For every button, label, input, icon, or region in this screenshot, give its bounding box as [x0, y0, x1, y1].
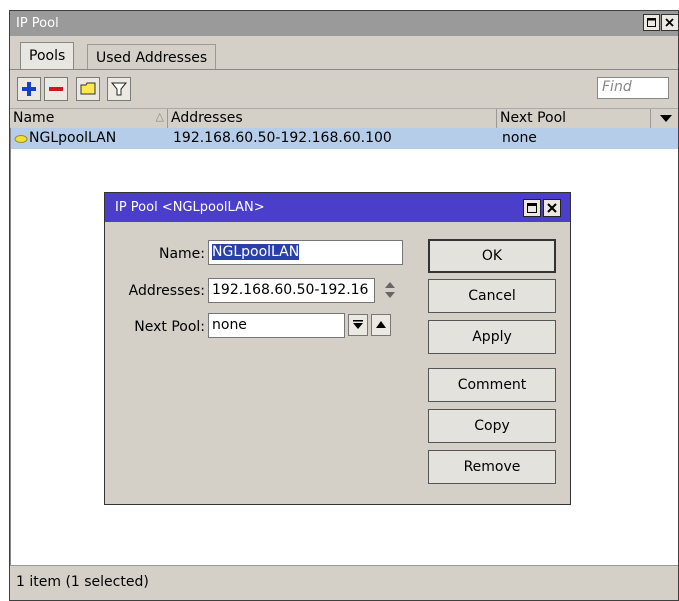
dropdown-arrow-icon — [660, 115, 672, 122]
column-header-next-pool[interactable]: Next Pool — [497, 109, 651, 128]
spin-updown-icon[interactable] — [383, 281, 397, 299]
minus-icon — [49, 87, 63, 91]
status-text: 1 item (1 selected) — [16, 574, 149, 590]
dialog-title: IP Pool <NGLpoolLAN> — [115, 200, 265, 215]
column-chooser-button[interactable] — [651, 109, 679, 128]
cancel-button[interactable]: Cancel — [428, 279, 556, 313]
plus-icon — [22, 82, 36, 96]
add-button[interactable] — [17, 77, 41, 101]
find-input[interactable]: Find — [597, 77, 669, 99]
toolbar: Find — [10, 70, 678, 108]
cell-addresses: 192.168.60.50-192.168.60.100 — [173, 130, 392, 146]
tab-strip: Pools Used Addresses — [10, 36, 678, 71]
dropdown-button[interactable] — [348, 314, 368, 336]
table-header: Name △ Addresses Next Pool — [10, 108, 678, 129]
table-row[interactable]: NGLpoolLAN 192.168.60.50-192.168.60.100 … — [11, 128, 678, 149]
column-header-name[interactable]: Name △ — [10, 109, 168, 128]
dialog-close-icon[interactable] — [543, 199, 561, 217]
tab-used-addresses[interactable]: Used Addresses — [87, 44, 217, 70]
ip-pool-dialog: IP Pool <NGLpoolLAN> Name: NGLpoolLAN Ad… — [104, 192, 571, 505]
window-title-bar[interactable]: IP Pool — [10, 11, 679, 36]
tab-pools[interactable]: Pools — [20, 42, 75, 71]
next-pool-label: Next Pool: — [134, 319, 205, 335]
remove-dialog-button[interactable]: Remove — [428, 450, 556, 484]
dialog-title-bar[interactable]: IP Pool <NGLpoolLAN> — [105, 193, 570, 222]
comment-dialog-button[interactable]: Comment — [428, 368, 556, 402]
comment-button[interactable] — [76, 77, 100, 101]
copy-button[interactable]: Copy — [428, 409, 556, 443]
dropdown-icon — [353, 320, 363, 329]
apply-button[interactable]: Apply — [428, 320, 556, 354]
addresses-field[interactable]: 192.168.60.50-192.16 — [208, 278, 375, 303]
close-icon[interactable] — [661, 14, 679, 31]
ok-button[interactable]: OK — [428, 239, 556, 273]
next-pool-select[interactable]: none — [208, 313, 345, 338]
dialog-maximize-icon[interactable] — [523, 199, 541, 217]
filter-button[interactable] — [107, 77, 131, 101]
name-field[interactable]: NGLpoolLAN — [208, 240, 403, 265]
note-icon — [80, 82, 96, 95]
window-title: IP Pool — [16, 16, 59, 31]
addresses-label: Addresses: — [128, 283, 205, 299]
remove-next-pool-button[interactable] — [371, 314, 391, 336]
sort-ascending-icon: △ — [155, 110, 164, 123]
column-header-addresses[interactable]: Addresses — [168, 109, 497, 128]
cell-name: NGLpoolLAN — [29, 130, 117, 146]
filter-icon — [110, 82, 128, 96]
remove-button[interactable] — [44, 77, 68, 101]
cell-next-pool: none — [502, 130, 537, 146]
name-field-value: NGLpoolLAN — [212, 244, 300, 260]
maximize-icon[interactable] — [643, 14, 660, 31]
pool-icon — [14, 135, 28, 143]
name-label: Name: — [158, 246, 205, 262]
up-arrow-icon — [376, 321, 386, 328]
status-bar: 1 item (1 selected) — [10, 565, 678, 600]
